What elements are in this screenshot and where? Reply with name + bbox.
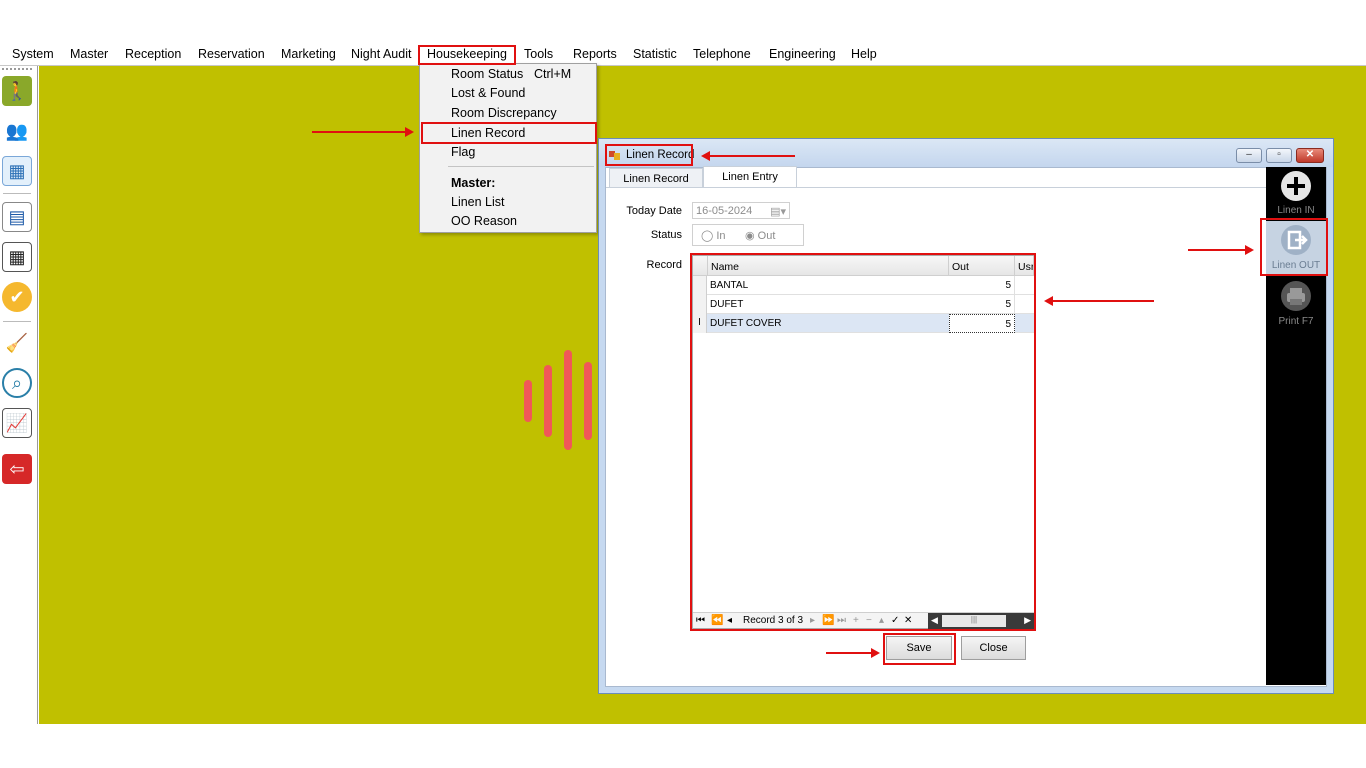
highlight-window-title <box>605 144 693 166</box>
today-date-value: 16-05-2024 <box>696 205 753 217</box>
calendar-grid-icon[interactable]: ▤ <box>2 202 32 232</box>
arrow-to-window-title <box>701 151 795 161</box>
floor-plan-icon[interactable]: ▦ <box>2 156 32 186</box>
plus-circle-icon <box>1281 171 1311 201</box>
shortcut-room-status: Ctrl+M <box>534 67 572 81</box>
highlight-linen-record-item <box>421 122 597 144</box>
menu-separator <box>448 166 594 167</box>
arrow-to-grid <box>1044 296 1154 306</box>
close-button[interactable]: Close <box>961 636 1026 660</box>
status-in-radio[interactable]: ◯ In <box>701 229 726 242</box>
analysis-icon[interactable]: ⌕ <box>2 368 32 398</box>
menu-item-linen-list[interactable]: Linen List <box>451 195 505 209</box>
menu-header-master: Master: <box>451 176 496 190</box>
close-window-button[interactable]: ✕ <box>1296 148 1324 163</box>
year-calendar-icon[interactable]: ▦ <box>2 242 32 272</box>
highlight-save <box>883 633 956 665</box>
menu-statistic[interactable]: Statistic <box>633 47 677 61</box>
today-date-label: Today Date <box>626 205 682 217</box>
walk-icon[interactable]: 🚶 <box>2 76 32 106</box>
tab-linen-record[interactable]: Linen Record <box>609 168 703 188</box>
menu-item-oo-reason[interactable]: OO Reason <box>451 214 517 228</box>
highlight-linen-out <box>1260 218 1328 276</box>
status-in-label: In <box>716 230 726 242</box>
menu-bar: System Master Reception Reservation Mark… <box>0 44 1366 65</box>
menu-item-room-status[interactable]: Room Status <box>451 67 523 81</box>
menu-item-flag[interactable]: Flag <box>451 145 475 159</box>
status-label: Status <box>650 229 682 241</box>
menu-reports[interactable]: Reports <box>573 47 617 61</box>
print-label: Print F7 <box>1278 316 1314 327</box>
menu-help[interactable]: Help <box>851 47 877 61</box>
calendar-dropdown-icon[interactable]: ▤▾ <box>770 205 786 218</box>
restore-button[interactable]: ▫ <box>1266 148 1292 163</box>
menu-reception[interactable]: Reception <box>125 47 181 61</box>
menu-night-audit[interactable]: Night Audit <box>351 47 411 61</box>
toolbar-separator <box>3 193 31 194</box>
menu-system[interactable]: System <box>12 47 54 61</box>
report-chart-icon[interactable]: 📈 <box>2 408 32 438</box>
left-toolbar: 🚶 👥 ▦ ▤ ▦ ✔ 🧹 ⌕ 📈 ⇦ <box>0 66 38 724</box>
guests-icon[interactable]: 👥 <box>2 116 32 146</box>
toolbar-separator <box>3 321 31 322</box>
minimize-button[interactable]: – <box>1236 148 1262 163</box>
menu-marketing[interactable]: Marketing <box>281 47 336 61</box>
menu-reservation[interactable]: Reservation <box>198 47 265 61</box>
housekeeping-icon[interactable]: 🧹 <box>2 328 32 358</box>
status-radio-group: ◯ In ◉ Out <box>692 224 804 246</box>
status-out-label: Out <box>757 230 776 242</box>
menu-tools[interactable]: Tools <box>524 47 553 61</box>
badge-check-icon[interactable]: ✔ <box>2 282 32 312</box>
record-label: Record <box>646 259 682 271</box>
menu-item-lost-found[interactable]: Lost & Found <box>451 86 525 100</box>
toolbar-grip <box>2 68 32 70</box>
tab-strip-line <box>606 187 1266 188</box>
tab-linen-entry[interactable]: Linen Entry <box>703 166 797 188</box>
arrow-to-save <box>826 648 880 658</box>
housekeeping-dropdown: Room Status Ctrl+M Lost & Found Room Dis… <box>419 63 597 233</box>
menu-telephone[interactable]: Telephone <box>693 47 751 61</box>
highlight-record-grid <box>690 253 1036 631</box>
menu-master[interactable]: Master <box>70 47 108 61</box>
arrow-to-linen-record <box>312 127 414 137</box>
menu-item-room-discrepancy[interactable]: Room Discrepancy <box>451 106 557 120</box>
arrow-to-linen-out <box>1188 245 1254 255</box>
linen-in-label: Linen IN <box>1277 205 1315 216</box>
status-out-radio[interactable]: ◉ Out <box>745 229 775 242</box>
menu-engineering[interactable]: Engineering <box>769 47 836 61</box>
exit-icon[interactable]: ⇦ <box>2 454 32 484</box>
printer-icon <box>1281 281 1311 311</box>
today-date-field[interactable]: 16-05-2024 ▤▾ <box>692 202 790 219</box>
highlight-housekeeping <box>418 45 516 65</box>
